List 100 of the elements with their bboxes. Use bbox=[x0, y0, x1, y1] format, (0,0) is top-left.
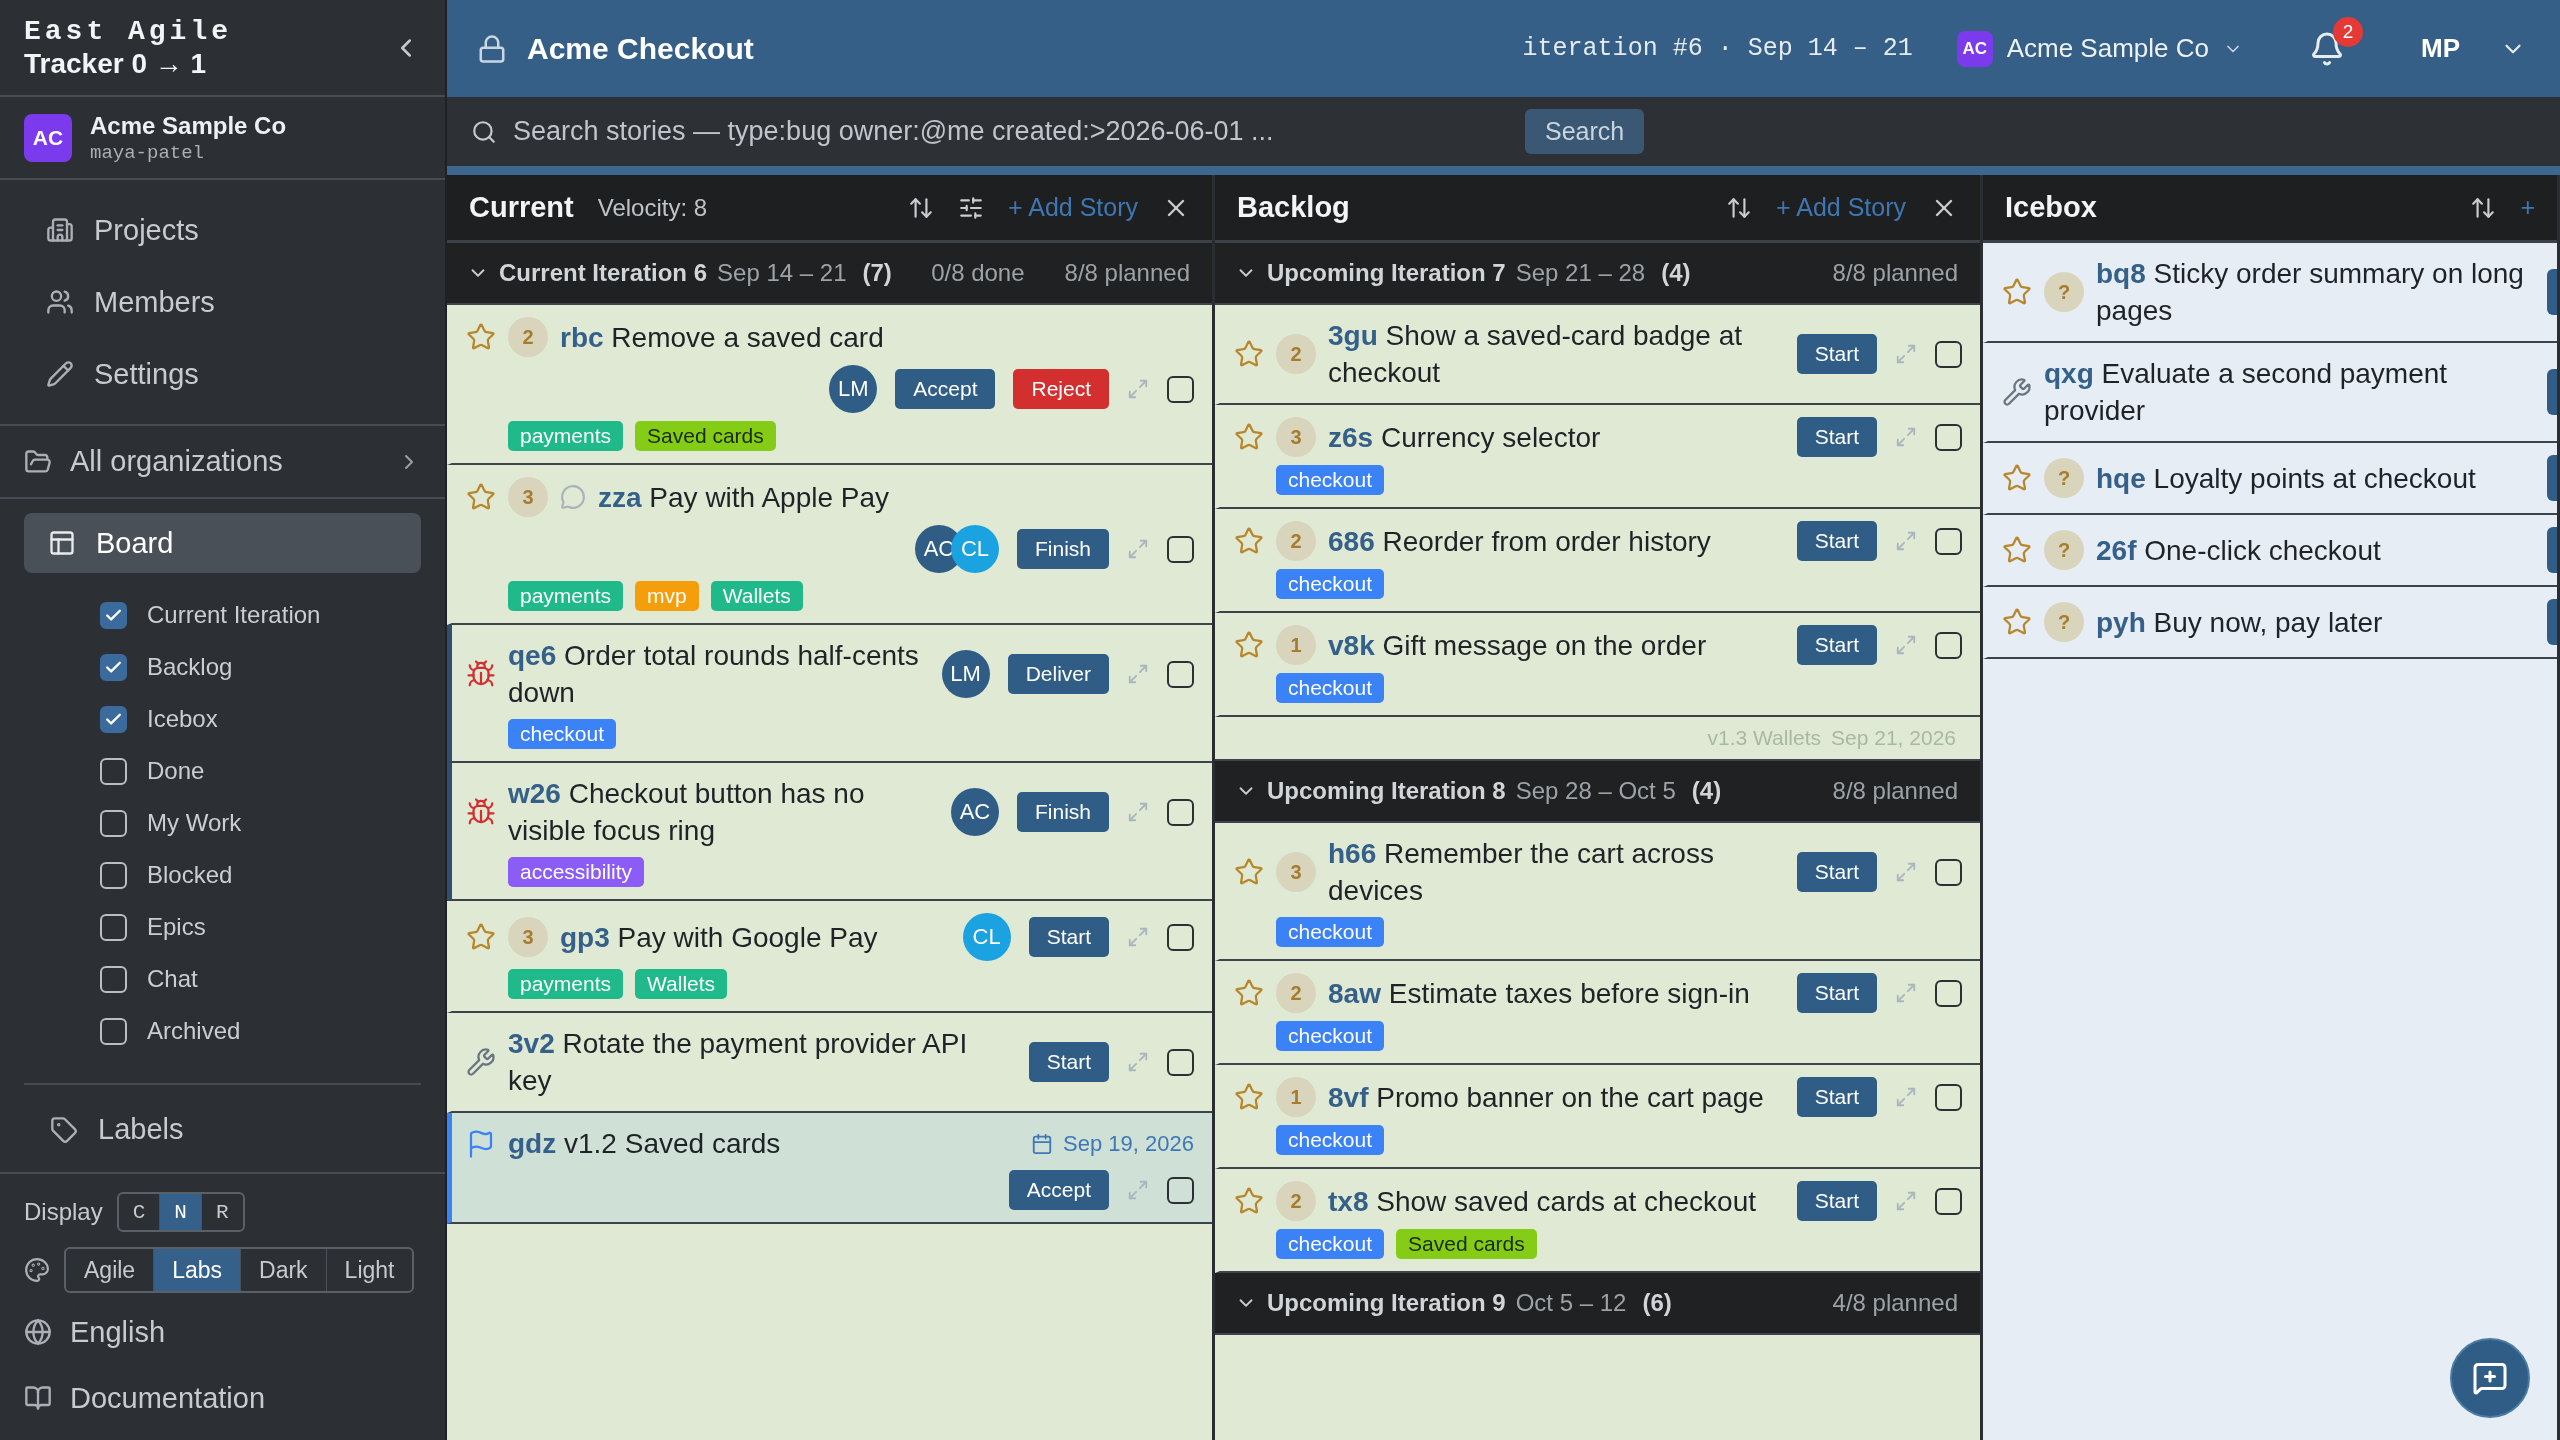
action-button[interactable]: Accept bbox=[1008, 1170, 1109, 1210]
iteration-header[interactable]: Current Iteration 6 Sep 14 – 21 (7) 0/8 done 8/8 planned bbox=[447, 243, 1212, 305]
story-label[interactable]: checkout bbox=[1276, 1021, 1385, 1051]
add-story-link[interactable]: + bbox=[2520, 193, 2535, 222]
documentation-link[interactable]: Documentation bbox=[24, 1370, 421, 1426]
notifications-icon[interactable] bbox=[2309, 30, 2345, 67]
panel-checkbox[interactable] bbox=[100, 913, 127, 941]
theme-option[interactable]: Dark bbox=[240, 1249, 326, 1291]
panel-checkbox[interactable] bbox=[100, 757, 127, 785]
start-button[interactable] bbox=[2547, 527, 2557, 573]
action-button[interactable]: Start bbox=[1796, 1077, 1877, 1117]
story-title[interactable]: 3gu Show a saved-card badge at checkout bbox=[1328, 317, 1781, 391]
story-title[interactable]: 3v2 Rotate the payment provider API key bbox=[508, 1025, 1013, 1099]
panel-checkbox[interactable] bbox=[100, 809, 127, 837]
action-button[interactable]: Start bbox=[1796, 521, 1877, 561]
story-card[interactable]: 2 8aw Estimate taxes before sign-in Start checkout bbox=[1215, 961, 1980, 1065]
panel-checkbox[interactable] bbox=[100, 1017, 127, 1045]
story-card[interactable]: 1 8vf Promo banner on the cart page Start checkout bbox=[1215, 1065, 1980, 1169]
filter-icon[interactable] bbox=[958, 194, 985, 221]
story-title[interactable]: pyh Buy now, pay later bbox=[2096, 603, 2383, 641]
all-organizations-link[interactable]: All organizations bbox=[0, 426, 445, 500]
story-label[interactable]: checkout bbox=[1276, 569, 1385, 599]
panel-checkbox[interactable] bbox=[100, 965, 127, 993]
action-button[interactable]: Deliver bbox=[1007, 654, 1109, 694]
story-checkbox[interactable] bbox=[1935, 1083, 1962, 1111]
story-title[interactable]: tx8 Show saved cards at checkout bbox=[1328, 1182, 1756, 1220]
nav-item[interactable]: Settings bbox=[0, 338, 445, 410]
story-title[interactable]: z6s Currency selector bbox=[1328, 418, 1601, 456]
story-card[interactable]: 3 gp3 Pay with Google Pay CL Start payments Wallets bbox=[447, 901, 1212, 1013]
story-card[interactable]: w26 Checkout button has no visible focus ring AC Finish accessibility bbox=[447, 763, 1212, 901]
story-checkbox[interactable] bbox=[1167, 375, 1194, 403]
action-button[interactable]: Start bbox=[1028, 917, 1109, 957]
story-card[interactable]: 3 z6s Currency selector Start checkout bbox=[1215, 405, 1980, 509]
reject-button[interactable]: Reject bbox=[1013, 369, 1109, 409]
nav-item[interactable]: Members bbox=[0, 266, 445, 338]
story-checkbox[interactable] bbox=[1167, 1048, 1194, 1076]
story-title[interactable]: hqe Loyalty points at checkout bbox=[2096, 459, 2476, 497]
action-button[interactable]: Start bbox=[1796, 334, 1877, 374]
story-card[interactable]: qxg Evaluate a second payment provider bbox=[1983, 343, 2557, 443]
user-menu[interactable]: MP bbox=[2415, 32, 2532, 65]
story-title[interactable]: qe6 Order total rounds half-cents down bbox=[508, 637, 926, 711]
story-title[interactable]: gp3 Pay with Google Pay bbox=[560, 918, 878, 956]
story-label[interactable]: Saved cards bbox=[635, 421, 776, 451]
display-option[interactable]: C bbox=[118, 1194, 160, 1230]
story-checkbox[interactable] bbox=[1935, 527, 1962, 555]
start-button[interactable] bbox=[2547, 599, 2557, 645]
add-story-link[interactable]: + Add Story bbox=[1776, 193, 1906, 222]
story-card[interactable]: 2 rbc Remove a saved card LM Accept Reject payments Saved cards bbox=[447, 305, 1212, 465]
story-label[interactable]: checkout bbox=[1276, 673, 1385, 703]
story-checkbox[interactable] bbox=[1935, 979, 1962, 1007]
story-card[interactable]: ? bq8 Sticky order summary on long pages bbox=[1983, 243, 2557, 343]
story-label[interactable]: accessibility bbox=[508, 857, 645, 887]
panel-checkbox[interactable] bbox=[100, 705, 127, 733]
story-checkbox[interactable] bbox=[1935, 423, 1962, 451]
story-checkbox[interactable] bbox=[1935, 631, 1962, 659]
story-label[interactable]: checkout bbox=[508, 719, 617, 749]
story-card[interactable]: 1 v8k Gift message on the order Start checkout bbox=[1215, 613, 1980, 717]
start-button[interactable] bbox=[2547, 369, 2557, 415]
story-title[interactable]: h66 Remember the cart across devices bbox=[1328, 835, 1781, 909]
story-title[interactable]: rbc Remove a saved card bbox=[560, 318, 884, 356]
story-title[interactable]: 8aw Estimate taxes before sign-in bbox=[1328, 974, 1750, 1012]
story-title[interactable]: w26 Checkout button has no visible focus ring bbox=[508, 775, 935, 849]
action-button[interactable]: Finish bbox=[1016, 529, 1109, 569]
story-card[interactable]: 3 zza Pay with Apple Pay AC CL Finish payments mvp Wallets bbox=[447, 465, 1212, 625]
nav-item[interactable]: Projects bbox=[0, 194, 445, 266]
start-button[interactable] bbox=[2547, 455, 2557, 501]
action-button[interactable]: Start bbox=[1796, 625, 1877, 665]
language-link[interactable]: English bbox=[24, 1304, 421, 1360]
action-button[interactable]: Start bbox=[1796, 417, 1877, 457]
action-button[interactable]: Start bbox=[1796, 1181, 1877, 1221]
story-checkbox[interactable] bbox=[1167, 660, 1194, 688]
story-card[interactable]: ? pyh Buy now, pay later bbox=[1983, 587, 2557, 659]
story-label[interactable]: checkout bbox=[1276, 1125, 1385, 1155]
search-field[interactable]: Search stories — type:bug owner:@me created:>2026-06-01 ... bbox=[511, 115, 1511, 148]
action-button[interactable]: Finish bbox=[1016, 792, 1109, 832]
theme-option[interactable]: Light bbox=[325, 1249, 413, 1291]
story-card[interactable]: ? hqe Loyalty points at checkout bbox=[1983, 443, 2557, 515]
board-item[interactable]: Board bbox=[24, 513, 421, 574]
story-checkbox[interactable] bbox=[1935, 1187, 1962, 1215]
story-checkbox[interactable] bbox=[1167, 798, 1194, 826]
story-title[interactable]: qxg Evaluate a second payment provider bbox=[2044, 355, 2531, 429]
story-card[interactable]: 3 h66 Remember the cart across devices Start checkout bbox=[1215, 823, 1980, 961]
action-button[interactable]: Start bbox=[1796, 973, 1877, 1013]
display-option[interactable]: R bbox=[200, 1194, 243, 1230]
story-checkbox[interactable] bbox=[1935, 858, 1962, 886]
action-button[interactable]: Start bbox=[1796, 852, 1877, 892]
story-title[interactable]: 686 Reorder from order history bbox=[1328, 522, 1711, 560]
add-story-link[interactable]: + Add Story bbox=[1008, 193, 1138, 222]
theme-option[interactable]: Agile bbox=[66, 1249, 154, 1291]
panel-checkbox[interactable] bbox=[100, 653, 127, 681]
story-checkbox[interactable] bbox=[1167, 923, 1194, 951]
story-title[interactable]: v8k Gift message on the order bbox=[1328, 626, 1707, 664]
iteration-header[interactable]: Upcoming Iteration 7 Sep 21 – 28 (4) 8/8 planned bbox=[1215, 243, 1980, 305]
start-button[interactable] bbox=[2547, 269, 2557, 315]
story-card[interactable]: gdz v1.2 Saved cards Sep 19, 2026 Accept bbox=[447, 1113, 1212, 1224]
panel-checkbox[interactable] bbox=[100, 861, 127, 889]
story-card[interactable]: 2 3gu Show a saved-card badge at checkout Start bbox=[1215, 305, 1980, 405]
story-title[interactable]: bq8 Sticky order summary on long pages bbox=[2096, 255, 2531, 329]
story-card[interactable]: ? 26f One-click checkout bbox=[1983, 515, 2557, 587]
story-label[interactable]: checkout bbox=[1276, 465, 1385, 495]
